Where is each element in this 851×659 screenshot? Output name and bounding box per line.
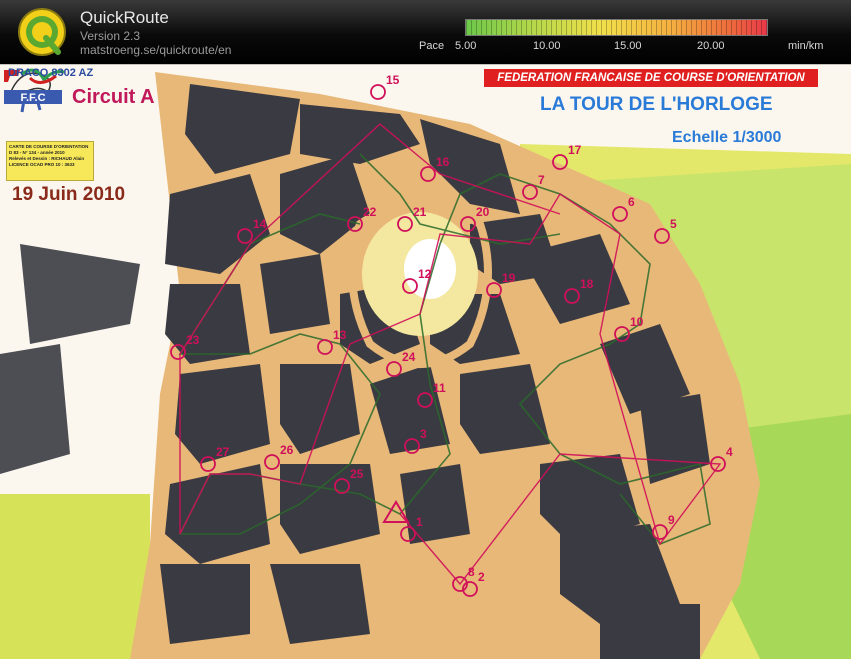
pace-tick-label: 5.00 bbox=[455, 40, 477, 52]
control-number: 9 bbox=[668, 513, 675, 527]
control-number: 16 bbox=[436, 155, 450, 169]
control-number: 12 bbox=[418, 267, 432, 281]
pace-unit: min/km bbox=[788, 40, 824, 52]
control-number: 23 bbox=[186, 333, 200, 347]
race-date: 19 Juin 2010 bbox=[12, 184, 126, 205]
control-number: 5 bbox=[670, 217, 677, 231]
control-number: 14 bbox=[253, 217, 267, 231]
app-url[interactable]: matstroeng.se/quickroute/en bbox=[80, 43, 231, 57]
control-number: 13 bbox=[333, 328, 347, 342]
control-number: 7 bbox=[538, 173, 545, 187]
orienteering-map[interactable]: 1 2 3 4 5 6 7 8 9 10 11 12 13 14 15 16 17 18 19 20 21 22 23 24 2… bbox=[0, 64, 851, 659]
control-number: 3 bbox=[420, 427, 427, 441]
control-number: 26 bbox=[280, 443, 294, 457]
pace-tick-label: 10.00 bbox=[533, 40, 561, 52]
quickroute-logo-icon bbox=[18, 8, 66, 56]
control-number: 25 bbox=[350, 467, 364, 481]
control-number: 11 bbox=[433, 381, 446, 395]
club-code: DRACO 8302 AZ bbox=[8, 67, 94, 79]
control-number: 22 bbox=[363, 205, 377, 219]
circuit-title: Circuit A bbox=[72, 86, 155, 108]
app-version: Version 2.3 bbox=[80, 29, 141, 43]
control-number: 4 bbox=[726, 445, 733, 459]
control-number: 6 bbox=[628, 195, 635, 209]
quickroute-window: QuickRoute Version 2.3 matstroeng.se/qui… bbox=[0, 0, 851, 659]
map-canvas: 1234567891011121314151617181920212223242… bbox=[0, 64, 851, 659]
map-title: LA TOUR DE L'HORLOGE bbox=[540, 94, 773, 115]
federation-banner: FEDERATION FRANCAISE DE COURSE D'ORIENTA… bbox=[484, 69, 818, 87]
control-number: 17 bbox=[568, 143, 582, 157]
pace-label: Pace bbox=[419, 40, 445, 52]
header-bar: QuickRoute Version 2.3 matstroeng.se/qui… bbox=[0, 0, 851, 64]
info-line: LICENCE OCAD PRO 10 : 3633 bbox=[9, 162, 75, 167]
control-number: 2 bbox=[478, 570, 485, 584]
control-number: 15 bbox=[386, 73, 400, 87]
control-number: 18 bbox=[580, 277, 594, 291]
control-number: 1 bbox=[416, 515, 423, 529]
control-number: 24 bbox=[402, 350, 416, 364]
map-scale: Echelle 1/3000 bbox=[672, 129, 782, 146]
control-number: 20 bbox=[476, 205, 490, 219]
app-name: QuickRoute bbox=[80, 8, 169, 27]
pace-tick-label: 15.00 bbox=[614, 40, 642, 52]
control-number: 8 bbox=[468, 565, 475, 579]
map-info-box: CARTE DE COURSE D'ORIENTATION D 83 - N° … bbox=[6, 141, 94, 181]
control-number: 21 bbox=[413, 205, 427, 219]
control-number: 10 bbox=[630, 315, 644, 329]
control-number: 19 bbox=[502, 271, 516, 285]
pace-color-scale bbox=[465, 19, 768, 36]
control-number: 27 bbox=[216, 445, 230, 459]
pace-tick-label: 20.00 bbox=[697, 40, 725, 52]
ffc-logo-text: F.F.C bbox=[20, 92, 45, 104]
